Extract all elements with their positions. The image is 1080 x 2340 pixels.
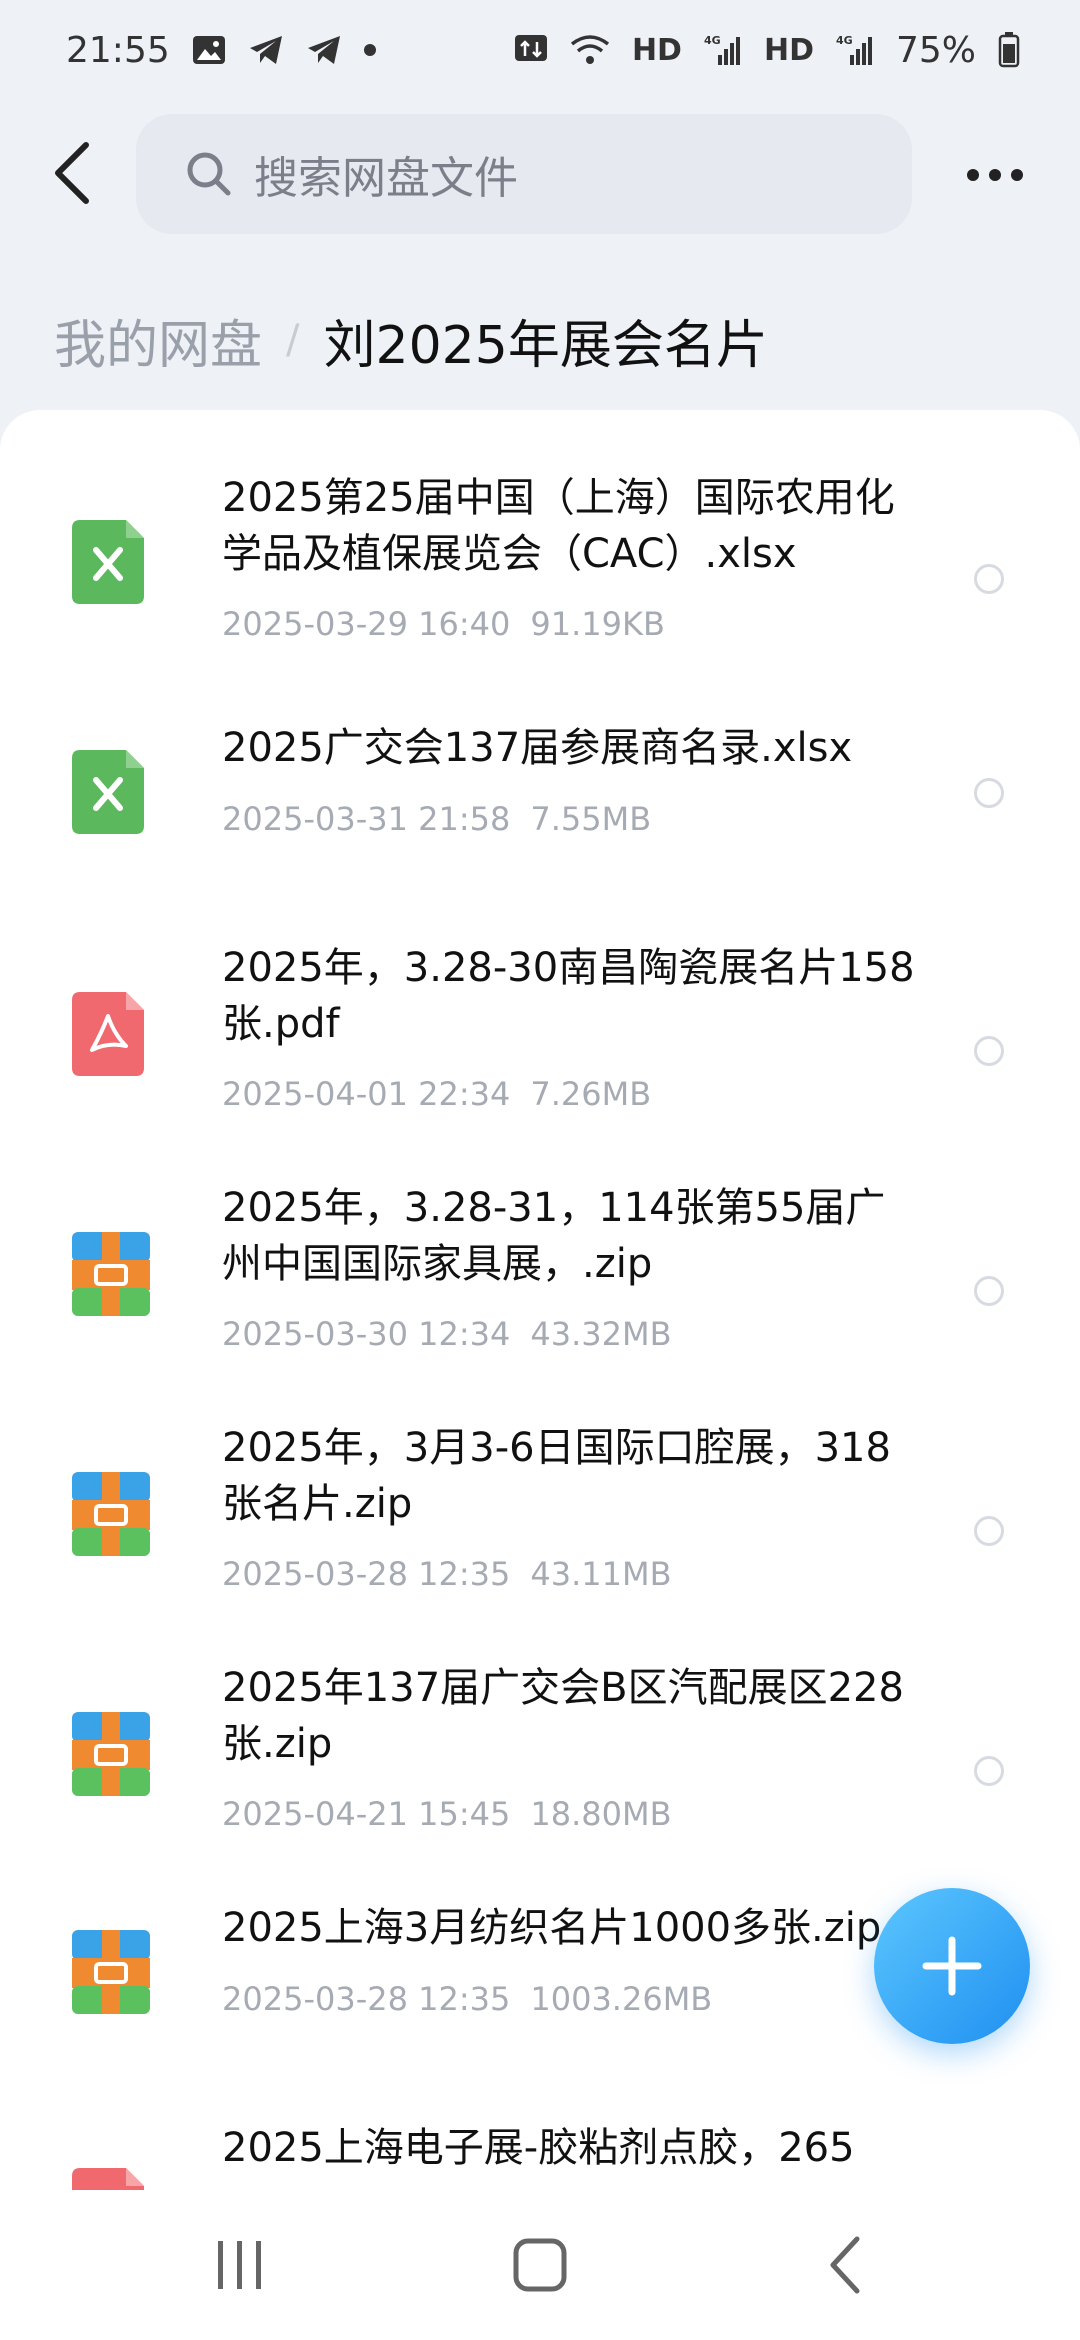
- breadcrumb: 我的网盘 / 刘2025年展会名片: [54, 300, 768, 380]
- file-name: 2025广交会137届参展商名录.xlsx: [222, 725, 853, 771]
- file-name: 2025上海电子展-胶粘剂点胶，265: [222, 2125, 855, 2171]
- file-size: 43.32MB: [530, 1315, 672, 1353]
- select-radio[interactable]: [974, 1756, 1004, 1786]
- wifi-icon: [570, 34, 610, 66]
- more-dot-icon: [967, 169, 979, 181]
- recents-icon: [218, 2241, 261, 2289]
- search-input[interactable]: 搜索网盘文件: [136, 114, 912, 234]
- gallery-icon: [192, 35, 226, 65]
- file-size: 18.80MB: [530, 1795, 672, 1833]
- back-arrow-icon: [55, 142, 89, 204]
- network-type-label-2: HD: [763, 32, 814, 68]
- file-name: 2025年，3月3-6日国际口腔展，318张名片.zip: [222, 1425, 891, 1527]
- file-name: 2025年，3.28-31，114张第55届广州中国国际家具展，.zip: [222, 1185, 886, 1287]
- file-row[interactable]: 2025广交会137届参展商名录.xlsx 2025-03-31 21:58 7.…: [0, 720, 1080, 870]
- add-button[interactable]: [874, 1888, 1030, 2044]
- system-back-icon: [830, 2236, 860, 2294]
- file-name: 2025第25届中国（上海）国际农用化学品及植保展览会（CAC）.xlsx: [222, 475, 895, 577]
- zip-icon: [72, 1232, 150, 1316]
- network-type-label: HD: [631, 32, 682, 68]
- file-name: 2025年，3.28-30南昌陶瓷展名片158张.pdf: [222, 945, 915, 1047]
- recents-button[interactable]: [200, 2230, 280, 2300]
- battery-icon: [998, 32, 1020, 68]
- zip-icon: [72, 1930, 150, 2014]
- select-radio[interactable]: [974, 1516, 1004, 1546]
- file-size: 43.11MB: [530, 1555, 672, 1593]
- notification-dot-icon: [363, 44, 376, 56]
- file-meta: 2025-03-31 21:58 7.55MB: [222, 800, 651, 838]
- more-dot-icon: [1011, 169, 1023, 181]
- excel-icon: [72, 750, 150, 834]
- search-placeholder: 搜索网盘文件: [254, 153, 518, 204]
- select-radio[interactable]: [974, 1276, 1004, 1306]
- telegram-icon-2: [306, 34, 342, 66]
- file-date: 2025-03-31 21:58: [222, 800, 511, 838]
- signal-icon: 4G: [704, 33, 742, 67]
- file-row[interactable]: 2025上海电子展-胶粘剂点胶，265: [0, 2120, 1080, 2190]
- data-transfer-icon: [514, 34, 548, 66]
- breadcrumb-separator: /: [286, 317, 300, 363]
- file-row[interactable]: 2025年137届广交会B区汽配展区228张.zip 2025-04-21 15…: [0, 1660, 1080, 1860]
- file-row[interactable]: 2025年，3.28-31，114张第55届广州中国国际家具展，.zip 202…: [0, 1180, 1080, 1380]
- file-size: 1003.26MB: [530, 1980, 713, 2018]
- pdf-icon: [72, 2168, 150, 2190]
- file-row[interactable]: 2025年，3.28-30南昌陶瓷展名片158张.pdf 2025-04-01 …: [0, 940, 1080, 1140]
- signal-icon-2: 4G: [836, 33, 874, 67]
- system-nav-bar: [0, 2190, 1080, 2340]
- battery-percentage: 75%: [895, 29, 976, 71]
- home-icon: [513, 2238, 567, 2292]
- file-date: 2025-04-01 22:34: [222, 1075, 511, 1113]
- more-options-button[interactable]: [960, 150, 1030, 200]
- file-date: 2025-03-30 12:34: [222, 1315, 511, 1353]
- back-button[interactable]: [42, 138, 102, 208]
- file-row[interactable]: 2025第25届中国（上海）国际农用化学品及植保展览会（CAC）.xlsx 20…: [0, 470, 1080, 670]
- excel-icon: [72, 520, 150, 604]
- file-size: 91.19KB: [530, 605, 665, 643]
- file-date: 2025-03-28 12:35: [222, 1555, 511, 1593]
- file-meta: 2025-03-28 12:35 43.11MB: [222, 1555, 672, 1593]
- file-date: 2025-04-21 15:45: [222, 1795, 511, 1833]
- file-name: 2025年137届广交会B区汽配展区228张.zip: [222, 1665, 904, 1767]
- file-date: 2025-03-29 16:40: [222, 605, 511, 643]
- pdf-icon: [72, 992, 150, 1076]
- clock: 21:55: [66, 29, 170, 71]
- plus-icon: [922, 1936, 982, 1996]
- zip-icon: [72, 1712, 150, 1796]
- file-meta: 2025-03-28 12:35 1003.26MB: [222, 1980, 712, 2018]
- system-back-button[interactable]: [805, 2230, 885, 2300]
- breadcrumb-current: 刘2025年展会名片: [323, 315, 768, 376]
- search-icon: [187, 152, 231, 196]
- select-radio[interactable]: [974, 1036, 1004, 1066]
- top-bar: 搜索网盘文件: [0, 110, 1080, 240]
- file-meta: 2025-04-01 22:34 7.26MB: [222, 1075, 651, 1113]
- file-row[interactable]: 2025年，3月3-6日国际口腔展，318张名片.zip 2025-03-28 …: [0, 1420, 1080, 1620]
- file-size: 7.55MB: [530, 800, 652, 838]
- zip-icon: [72, 1472, 150, 1556]
- telegram-icon: [248, 34, 284, 66]
- svg-text:4G: 4G: [836, 34, 853, 47]
- select-radio[interactable]: [974, 564, 1004, 594]
- file-meta: 2025-03-29 16:40 91.19KB: [222, 605, 665, 643]
- more-dot-icon: [989, 169, 1001, 181]
- svg-text:4G: 4G: [704, 34, 721, 47]
- file-meta: 2025-03-30 12:34 43.32MB: [222, 1315, 672, 1353]
- select-radio[interactable]: [974, 778, 1004, 808]
- file-meta: 2025-04-21 15:45 18.80MB: [222, 1795, 672, 1833]
- file-date: 2025-03-28 12:35: [222, 1980, 511, 2018]
- file-size: 7.26MB: [530, 1075, 652, 1113]
- home-button[interactable]: [500, 2230, 580, 2300]
- breadcrumb-root[interactable]: 我的网盘: [54, 303, 262, 378]
- file-name: 2025上海3月纺织名片1000多张.zip: [222, 1905, 882, 1951]
- status-bar: 21:55 HD 4G HD 4G 75%: [0, 0, 1080, 100]
